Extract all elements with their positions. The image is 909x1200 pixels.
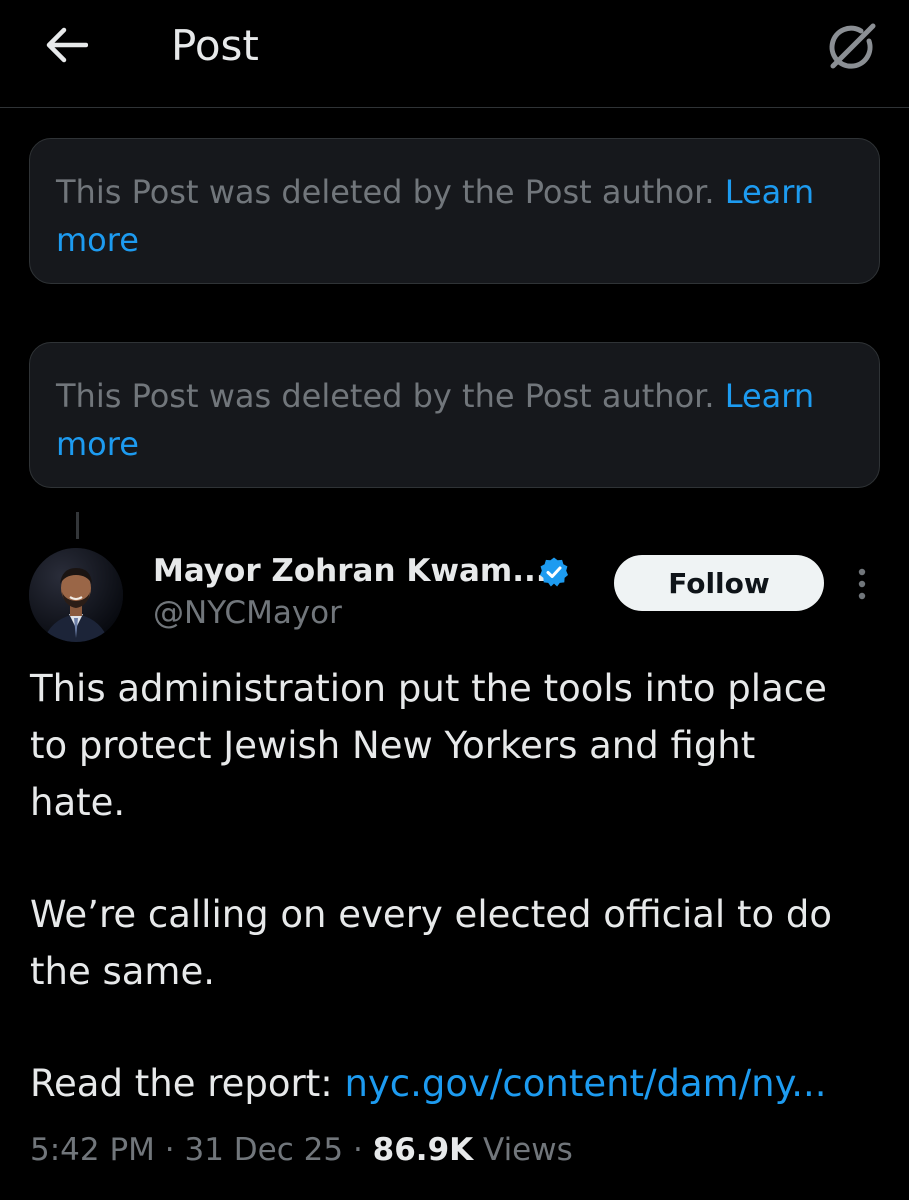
deleted-notice-text: This Post was deleted by the Post author…	[56, 377, 715, 415]
post-date[interactable]: 31 Dec 25	[185, 1132, 344, 1168]
follow-button[interactable]: Follow	[614, 555, 824, 611]
deleted-post-notice: This Post was deleted by the Post author…	[29, 342, 880, 488]
author-handle[interactable]: @NYCMayor	[153, 592, 342, 634]
verified-badge-icon	[540, 557, 568, 587]
more-options-button[interactable]	[844, 562, 880, 606]
deleted-post-notice: This Post was deleted by the Post author…	[29, 138, 880, 284]
top-bar: Post	[0, 0, 909, 108]
page-title: Post	[171, 21, 259, 70]
post-time[interactable]: 5:42 PM	[30, 1132, 155, 1168]
arrow-left-icon	[46, 27, 88, 63]
post-body-line: hate.	[30, 781, 126, 824]
post-body-line: to protect Jewish New Yorkers and fight	[30, 724, 756, 767]
thread-connector-line	[76, 512, 79, 539]
post-body-line: This administration put the tools into p…	[30, 667, 827, 710]
grok-slash-icon	[829, 23, 876, 69]
post-metadata: 5:42 PM · 31 Dec 25 · 86.9K Views	[30, 1128, 573, 1172]
back-button[interactable]	[38, 20, 94, 70]
post-body-line: the same.	[30, 950, 215, 993]
deleted-notice-text: This Post was deleted by the Post author…	[56, 173, 715, 211]
more-vertical-icon	[858, 568, 866, 600]
avatar-portrait-image	[29, 548, 123, 642]
report-link[interactable]: nyc.gov/content/dam/ny...	[344, 1062, 826, 1105]
author-name[interactable]: Mayor Zohran Kwam...	[153, 550, 548, 592]
views-label: Views	[483, 1132, 573, 1168]
read-report-prefix: Read the report:	[30, 1062, 345, 1105]
separator-dot: ·	[164, 1132, 185, 1168]
avatar[interactable]	[29, 548, 123, 642]
post-body-line: Read the report: nyc.gov/content/dam/ny.…	[30, 1055, 827, 1112]
views-count[interactable]: 86.9K	[373, 1132, 474, 1168]
separator-dot: ·	[352, 1132, 373, 1168]
post-body-line: We’re calling on every elected official …	[30, 893, 833, 936]
grok-button[interactable]	[820, 16, 884, 76]
